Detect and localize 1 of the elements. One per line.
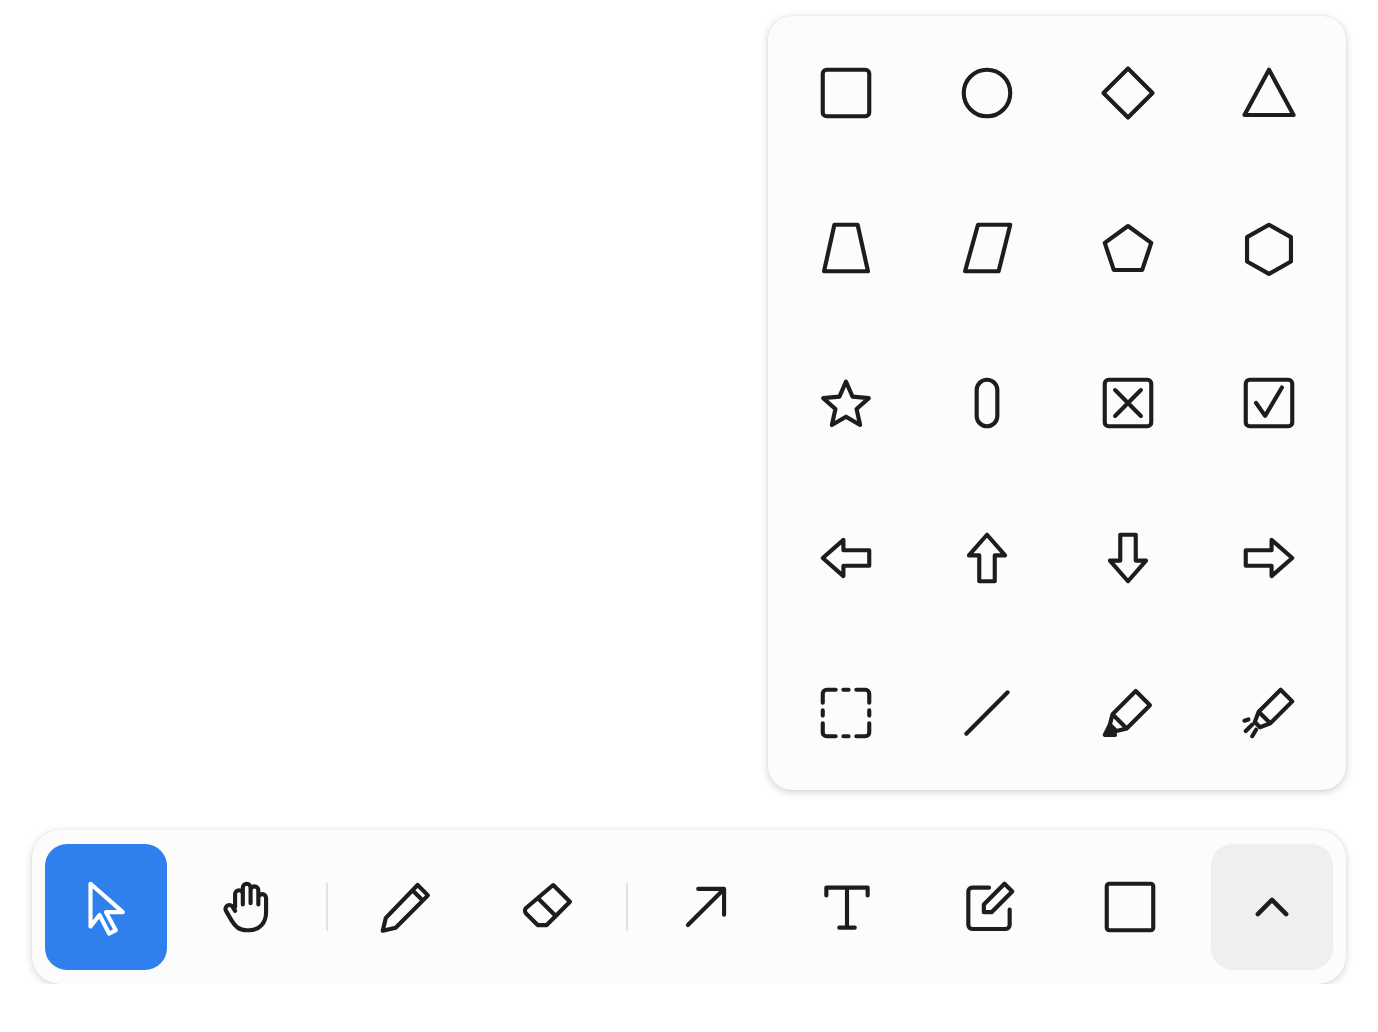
chevron-up-icon: [1254, 897, 1289, 917]
